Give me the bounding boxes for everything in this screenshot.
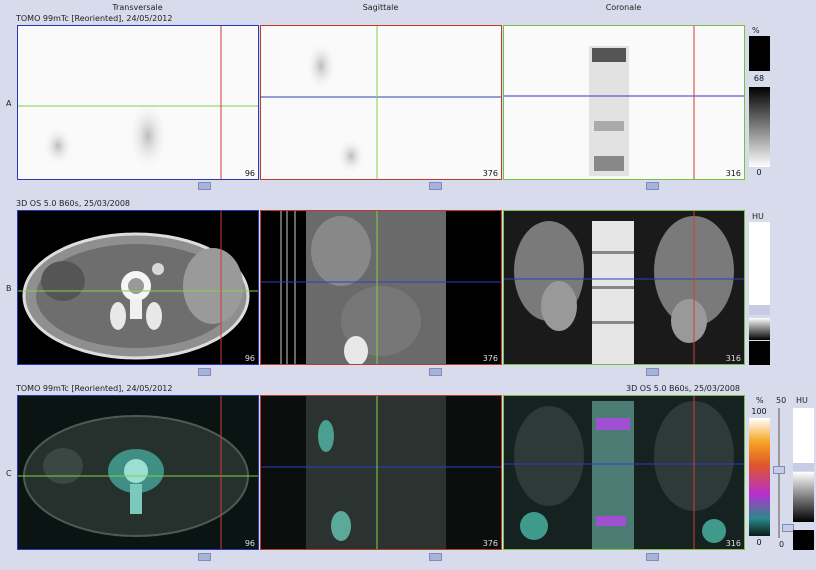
viewport-a-sagittale[interactable]: 376 <box>260 25 502 180</box>
row-c-series-label-left: TOMO 99mTc [Reoriented], 24/05/2012 <box>16 384 173 393</box>
scale-b-black-swatch <box>749 341 770 365</box>
scale-a-value: 68 <box>753 74 765 83</box>
slice-number: 96 <box>244 539 255 548</box>
scale-c-pct-max: 100 <box>751 407 767 416</box>
slice-number: 96 <box>244 169 255 178</box>
row-b-label: B <box>6 284 12 293</box>
row-a-sagittale-scroll-handle[interactable] <box>429 182 442 190</box>
viewport-a-coronale[interactable]: 316 <box>503 25 745 180</box>
scale-a-gradient[interactable] <box>749 87 770 167</box>
row-c-transversale-scroll-handle[interactable] <box>198 553 211 561</box>
row-b-transversale-scroll-handle[interactable] <box>198 368 211 376</box>
slice-number: 316 <box>725 354 741 363</box>
row-a-label: A <box>6 99 12 108</box>
viewport-b-coronale[interactable]: 316 <box>503 210 745 365</box>
scale-b-window-handle[interactable] <box>749 305 770 315</box>
row-b-sagittale-scroll-handle[interactable] <box>429 368 442 376</box>
scale-c-hu-white-swatch <box>793 408 814 463</box>
row-a-coronale-scroll-handle[interactable] <box>646 182 659 190</box>
row-c-coronale-scroll-handle[interactable] <box>646 553 659 561</box>
slice-number: 316 <box>725 169 741 178</box>
scale-a-unit: % <box>752 26 760 35</box>
scale-c-pct-unit: % <box>756 396 764 405</box>
slice-number: 376 <box>482 539 498 548</box>
row-c-series-label-right: 3D OS 5.0 B60s, 25/03/2008 <box>626 384 741 393</box>
viewport-b-transversale[interactable]: 96 <box>17 210 259 365</box>
slice-number: 316 <box>725 539 741 548</box>
scale-c-color-gradient[interactable] <box>749 418 770 536</box>
header-coronale: Coronale <box>605 3 642 12</box>
scale-b-white-swatch <box>749 222 770 307</box>
row-a-series-label: TOMO 99mTc [Reoriented], 24/05/2012 <box>16 14 173 23</box>
scale-c-blend-value: 50 <box>776 396 787 405</box>
row-c-sagittale-scroll-handle[interactable] <box>429 553 442 561</box>
scale-c-blend-min: 0 <box>779 540 785 549</box>
row-c-label: C <box>6 469 12 478</box>
scale-c-hu-gradient[interactable] <box>793 472 814 522</box>
scale-c-hu-window-handle[interactable] <box>793 463 814 471</box>
scale-a-min: 0 <box>756 168 762 177</box>
viewport-a-transversale[interactable]: 96 <box>17 25 259 180</box>
row-b-coronale-scroll-handle[interactable] <box>646 368 659 376</box>
viewport-c-transversale[interactable]: 96 <box>17 395 259 550</box>
header-transversale: Transversale <box>112 3 163 12</box>
scale-b-unit: HU <box>752 212 764 221</box>
scale-b-gradient[interactable] <box>749 318 770 340</box>
slice-number: 376 <box>482 169 498 178</box>
viewport-c-sagittale[interactable]: 376 <box>260 395 502 550</box>
scale-c-hu-unit: HU <box>796 396 808 405</box>
slice-number: 96 <box>244 354 255 363</box>
scale-a-top-swatch <box>749 36 770 71</box>
header-sagittale: Sagittale <box>362 3 399 12</box>
slice-number: 376 <box>482 354 498 363</box>
row-a-transversale-scroll-handle[interactable] <box>198 182 211 190</box>
viewport-c-coronale[interactable]: 316 <box>503 395 745 550</box>
viewport-b-sagittale[interactable]: 376 <box>260 210 502 365</box>
scale-c-blend-slider-handle[interactable] <box>773 466 785 474</box>
scale-c-hu-black-swatch <box>793 530 814 550</box>
scale-c-pct-min: 0 <box>756 538 762 547</box>
row-b-series-label: 3D OS 5.0 B60s, 25/03/2008 <box>16 199 131 208</box>
